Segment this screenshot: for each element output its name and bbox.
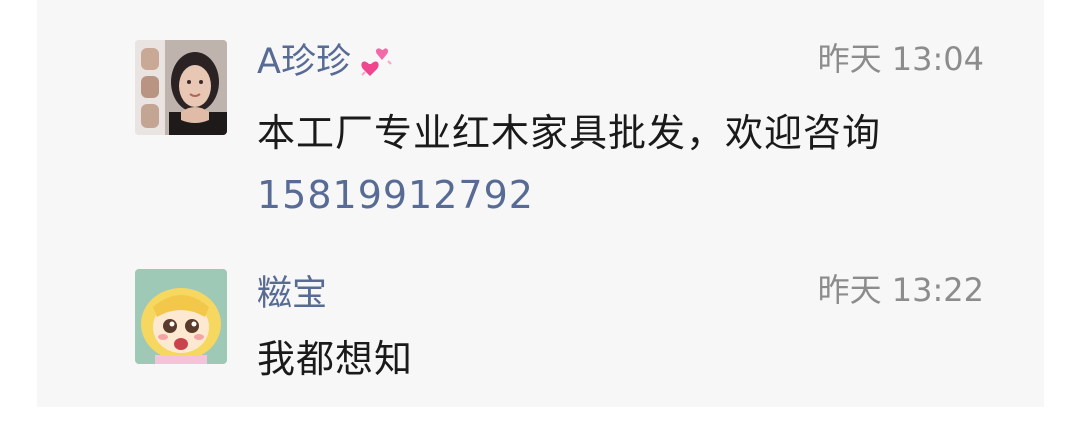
anime-girl-avatar bbox=[135, 269, 227, 364]
avatar[interactable] bbox=[135, 269, 227, 364]
comments-panel: A珍珍 昨天 13:04 本工厂专业红木家具批发，欢迎咨询 1581991279… bbox=[37, 0, 1044, 407]
comment-item: 糍宝 昨天 13:22 我都想知 bbox=[37, 240, 1044, 407]
author-name-text: A珍珍 bbox=[257, 42, 351, 82]
avatar[interactable] bbox=[135, 40, 227, 135]
comment-text: 本工厂专业红木家具批发，欢迎咨询 bbox=[257, 111, 882, 155]
author-name[interactable]: A珍珍 bbox=[257, 42, 397, 82]
comment-text: 我都想知 bbox=[257, 337, 414, 381]
author-name[interactable]: 糍宝 bbox=[257, 274, 327, 314]
phone-link[interactable]: 15819912792 bbox=[257, 172, 534, 218]
comment-item: A珍珍 昨天 13:04 本工厂专业红木家具批发，欢迎咨询 1581991279… bbox=[37, 0, 1044, 240]
woman-photo-avatar bbox=[135, 40, 227, 135]
comment-time: 昨天 13:22 bbox=[817, 271, 984, 309]
comment-time: 昨天 13:04 bbox=[817, 40, 984, 78]
two-hearts-emoji bbox=[355, 42, 397, 82]
